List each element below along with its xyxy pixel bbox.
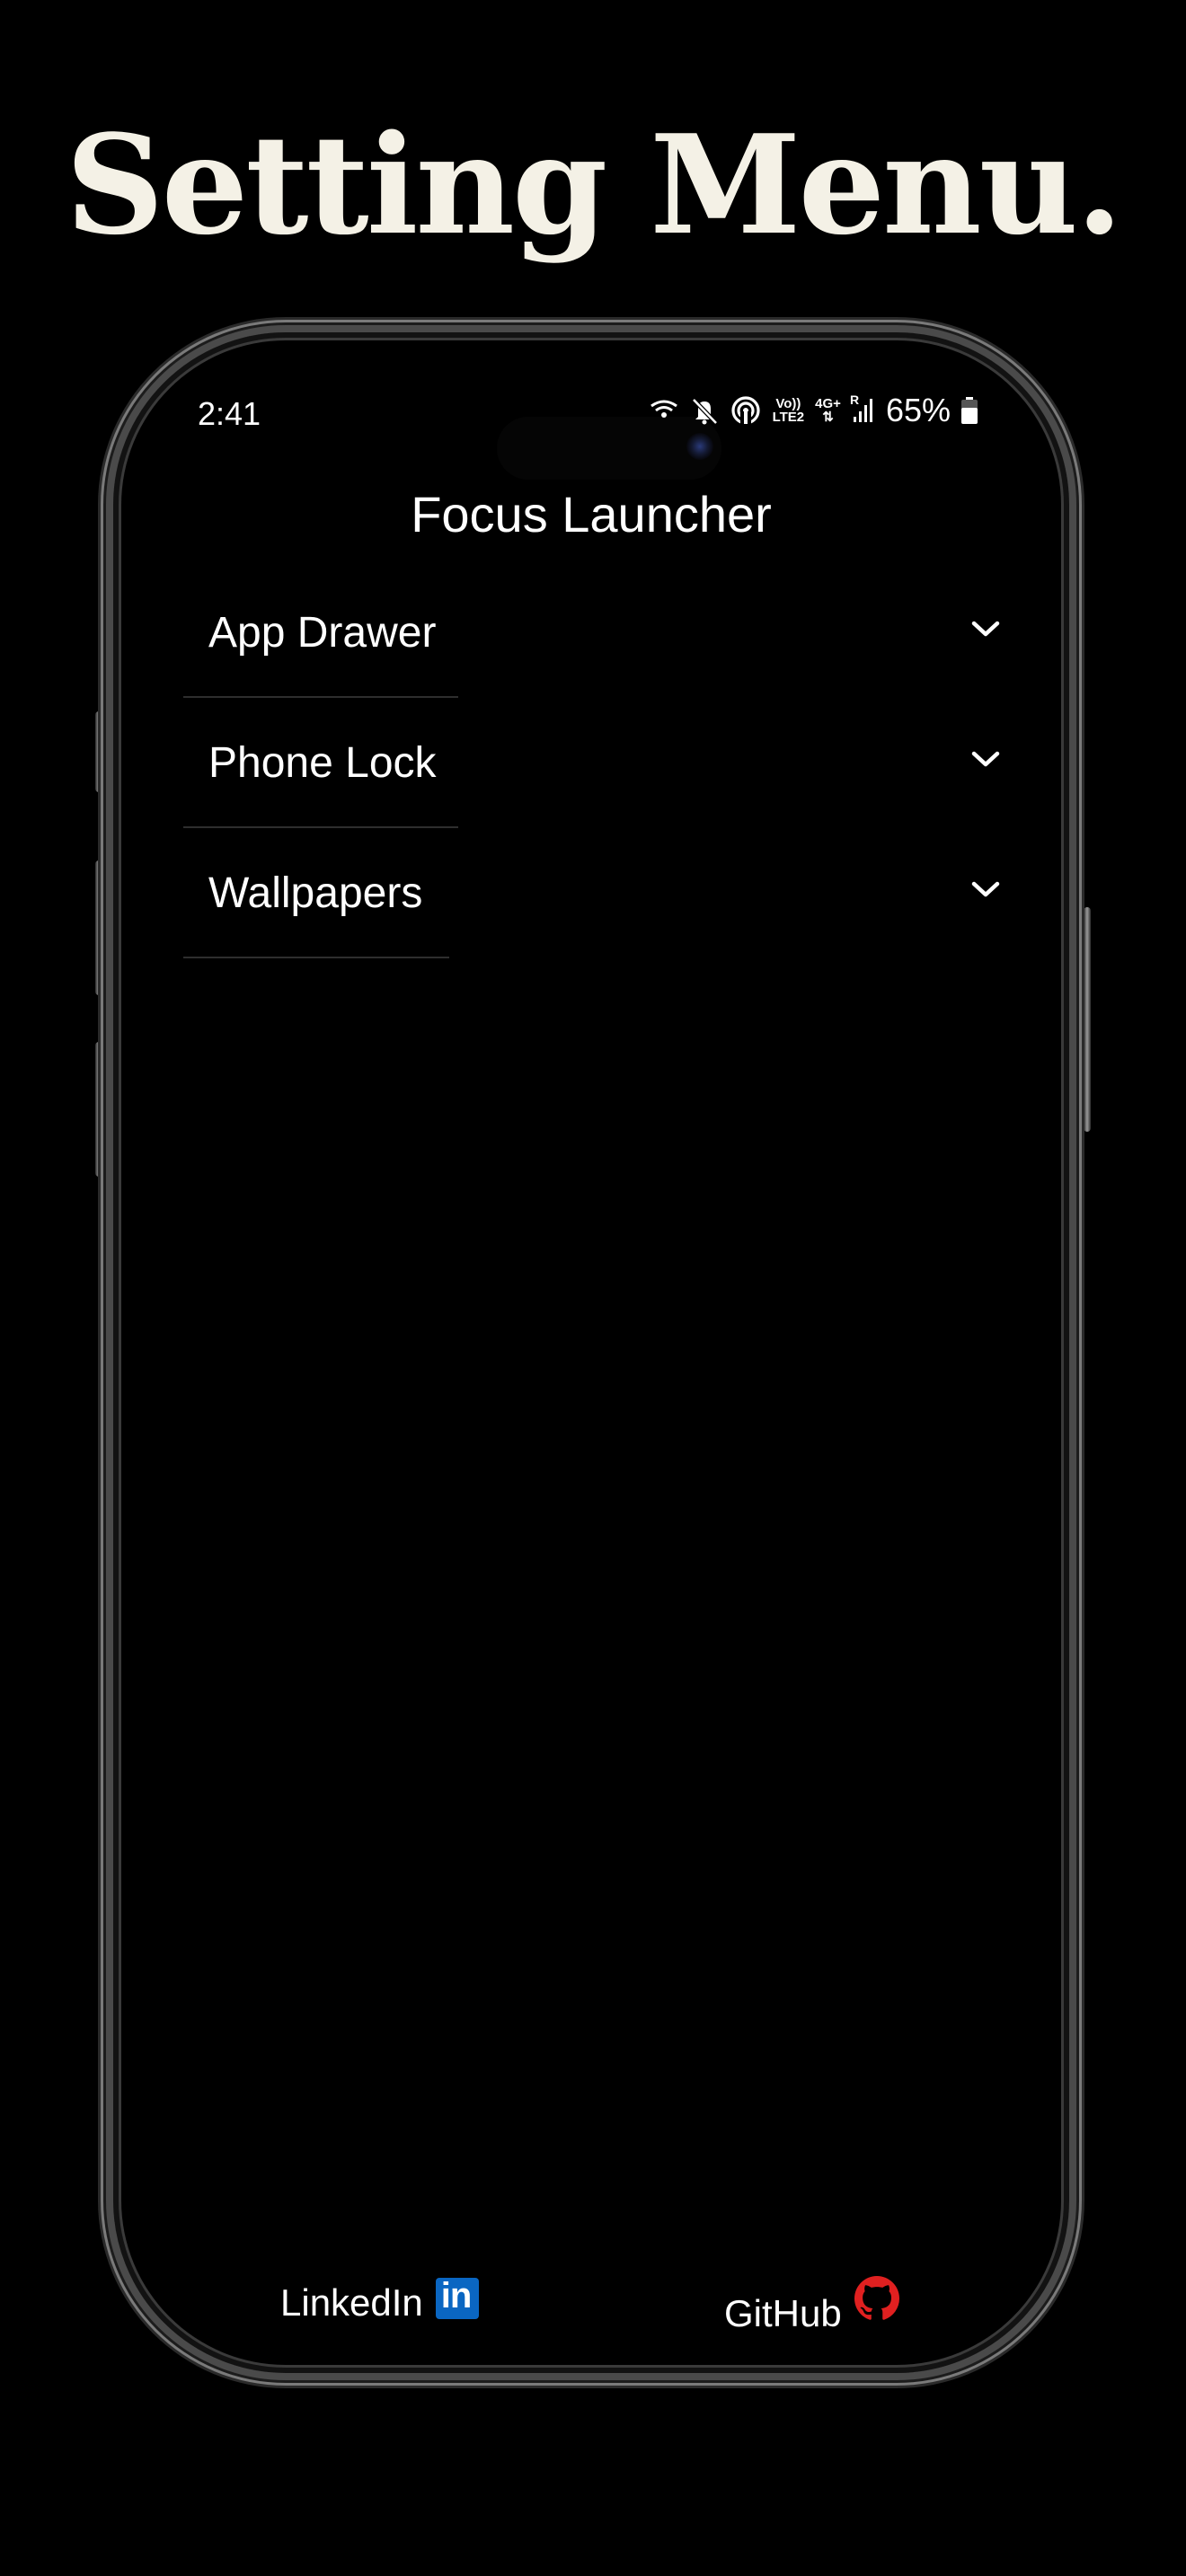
phone-frame: 2:41 Vo)) LTE2 4G+ ⇅ R 65% Focus Launche… <box>106 325 1076 2380</box>
menu-item-wallpapers[interactable]: Wallpapers <box>183 842 1010 967</box>
github-link[interactable]: GitHub <box>724 2276 899 2335</box>
volume-up-button <box>95 860 102 995</box>
phone-screen: 2:41 Vo)) LTE2 4G+ ⇅ R 65% Focus Launche… <box>133 352 1049 2353</box>
signal-icon: R <box>850 393 875 424</box>
menu-item-app-drawer[interactable]: App Drawer <box>183 581 1010 707</box>
chevron-down-icon[interactable] <box>970 879 1001 904</box>
app-title: Focus Launcher <box>411 486 772 543</box>
volte-top-text: Vo)) <box>775 396 801 411</box>
roaming-text: R <box>849 393 860 407</box>
battery-percentage: 65% <box>885 392 951 428</box>
volte-bottom-text: LTE2 <box>772 410 805 425</box>
linkedin-link[interactable]: LinkedIn in <box>280 2276 479 2325</box>
status-icons: Vo)) LTE2 4G+ ⇅ R 65% <box>649 392 978 429</box>
wifi-calling-icon <box>730 395 762 426</box>
hotspot-icon <box>649 399 679 422</box>
chevron-down-icon[interactable] <box>970 619 1001 643</box>
menu-divider <box>183 696 458 698</box>
menu-item-label: Wallpapers <box>208 869 423 917</box>
linkedin-icon-text: in <box>440 2276 473 2316</box>
battery-icon <box>961 397 978 424</box>
mute-icon <box>690 396 719 425</box>
menu-divider <box>183 826 458 828</box>
power-button <box>1084 907 1091 1132</box>
network-type-text: 4G+ <box>815 396 841 411</box>
linkedin-label: LinkedIn <box>280 2281 423 2324</box>
network-type-indicator: 4G+ ⇅ <box>815 397 841 424</box>
front-camera <box>686 433 713 460</box>
data-arrows-icon: ⇅ <box>822 410 834 425</box>
menu-item-phone-lock[interactable]: Phone Lock <box>183 711 1010 837</box>
github-label: GitHub <box>724 2292 842 2334</box>
volte-indicator: Vo)) LTE2 <box>773 397 805 424</box>
github-icon <box>854 2276 899 2330</box>
chevron-down-icon[interactable] <box>970 749 1001 773</box>
page-headline: Setting Menu. <box>65 104 1123 265</box>
status-time: 2:41 <box>198 395 261 432</box>
volume-down-button <box>95 1042 102 1177</box>
linkedin-icon: in <box>435 2276 479 2319</box>
action-button <box>95 711 102 792</box>
menu-item-label: App Drawer <box>208 609 437 657</box>
menu-item-label: Phone Lock <box>208 739 437 787</box>
menu-divider <box>183 957 449 958</box>
